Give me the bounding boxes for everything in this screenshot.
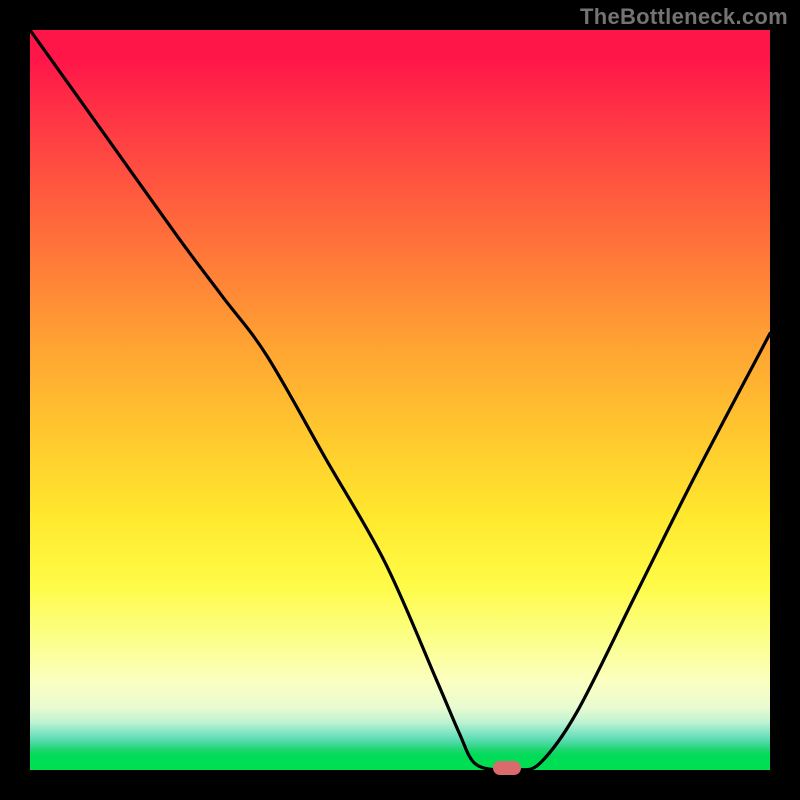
- optimum-marker: [493, 761, 521, 775]
- watermark-text: TheBottleneck.com: [580, 4, 788, 30]
- bottleneck-curve: [30, 30, 770, 770]
- chart-stage: TheBottleneck.com: [0, 0, 800, 800]
- plot-area: [30, 30, 770, 770]
